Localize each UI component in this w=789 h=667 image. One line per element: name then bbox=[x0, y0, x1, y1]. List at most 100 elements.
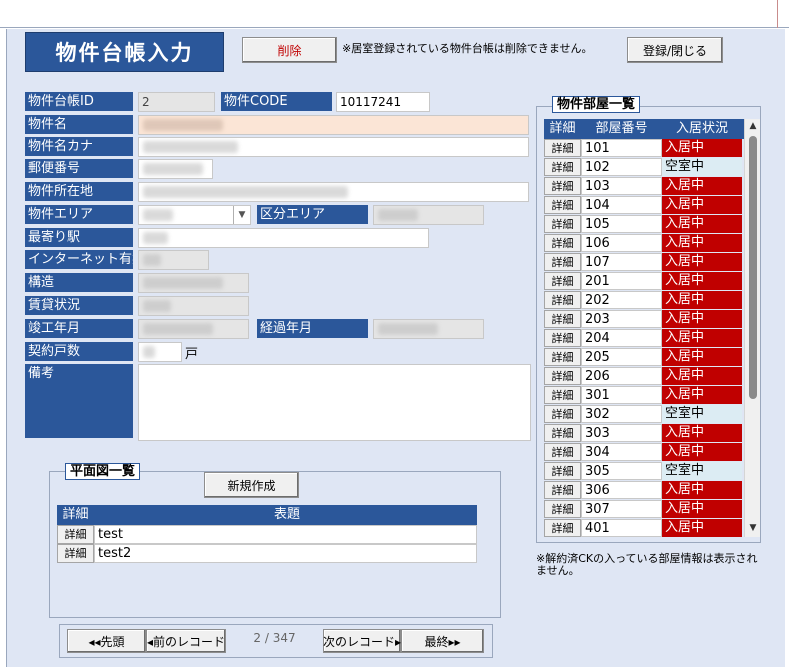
table-row: 詳細 206 入居中 bbox=[544, 367, 760, 386]
table-row: 詳細 204 入居中 bbox=[544, 329, 760, 348]
completion-label: 竣工年月 bbox=[25, 319, 133, 339]
previous-record-button[interactable]: ◂前のレコード bbox=[146, 629, 226, 653]
room-list-note: ※解約済CKの入っている部屋情報は表示されません。 bbox=[536, 552, 758, 577]
triangle-up-icon[interactable]: ▲ bbox=[745, 121, 761, 133]
detail-button[interactable]: 詳細 bbox=[544, 234, 581, 252]
redacted-text bbox=[143, 300, 171, 312]
window-edge-line bbox=[777, 0, 778, 28]
detail-button[interactable]: 詳細 bbox=[544, 158, 581, 176]
units-label: 契約戸数 bbox=[25, 342, 133, 362]
floor-plan-title-cell[interactable]: test bbox=[94, 525, 477, 544]
room-list-scrollbar[interactable]: ▲ ▼ bbox=[744, 119, 760, 537]
room-number-cell: 202 bbox=[581, 291, 662, 309]
occupancy-status-cell: 空室中 bbox=[662, 462, 742, 480]
occupancy-status-cell: 入居中 bbox=[662, 272, 742, 290]
area-combo[interactable]: ▼ bbox=[138, 205, 251, 225]
redacted-text bbox=[143, 186, 348, 198]
detail-button[interactable]: 詳細 bbox=[544, 310, 581, 328]
address-field[interactable] bbox=[138, 182, 529, 202]
occupancy-status-cell: 入居中 bbox=[662, 500, 742, 518]
detail-button[interactable]: 詳細 bbox=[544, 196, 581, 214]
occupancy-status-cell: 入居中 bbox=[662, 386, 742, 404]
occupancy-status-cell: 空室中 bbox=[662, 405, 742, 423]
property-kana-field[interactable] bbox=[138, 137, 529, 157]
record-position: 2 / 347 bbox=[253, 631, 296, 645]
detail-button[interactable]: 詳細 bbox=[544, 424, 581, 442]
room-number-cell: 303 bbox=[581, 424, 662, 442]
register-close-button[interactable]: 登録/閉じる bbox=[627, 37, 723, 63]
nearest-station-label: 最寄り駅 bbox=[25, 228, 133, 248]
detail-button[interactable]: 詳細 bbox=[544, 272, 581, 290]
elapsed-field[interactable] bbox=[373, 319, 484, 339]
new-floor-plan-button[interactable]: 新規作成 bbox=[204, 472, 299, 498]
detail-button[interactable]: 詳細 bbox=[57, 525, 94, 544]
property-code-field[interactable]: 10117241 bbox=[336, 92, 430, 112]
detail-button[interactable]: 詳細 bbox=[544, 386, 581, 404]
postal-code-field[interactable] bbox=[138, 159, 213, 179]
column-header-occupancy: 入居状況 bbox=[675, 121, 728, 136]
redacted-text bbox=[143, 254, 161, 266]
detail-button[interactable]: 詳細 bbox=[544, 481, 581, 499]
remarks-textarea[interactable] bbox=[138, 364, 531, 441]
table-row: 詳細 304 入居中 bbox=[544, 443, 760, 462]
property-name-field[interactable] bbox=[138, 115, 529, 135]
redacted-text bbox=[143, 323, 213, 335]
window-top-bar bbox=[0, 0, 789, 28]
delete-button[interactable]: 削除 bbox=[242, 37, 337, 63]
detail-button[interactable]: 詳細 bbox=[544, 348, 581, 366]
table-row: 詳細 104 入居中 bbox=[544, 196, 760, 215]
triangle-down-icon[interactable]: ▼ bbox=[745, 523, 761, 535]
detail-button[interactable]: 詳細 bbox=[544, 329, 581, 347]
room-number-cell: 205 bbox=[581, 348, 662, 366]
table-row: 詳細 103 入居中 bbox=[544, 177, 760, 196]
detail-button[interactable]: 詳細 bbox=[544, 253, 581, 271]
units-field[interactable] bbox=[138, 342, 182, 362]
room-number-cell: 307 bbox=[581, 500, 662, 518]
detail-button[interactable]: 詳細 bbox=[544, 462, 581, 480]
completion-field[interactable] bbox=[138, 319, 249, 339]
room-number-cell: 203 bbox=[581, 310, 662, 328]
redacted-text bbox=[143, 163, 203, 175]
last-record-button[interactable]: 最終▸▸ bbox=[401, 629, 484, 653]
detail-button[interactable]: 詳細 bbox=[544, 500, 581, 518]
occupancy-status-cell: 空室中 bbox=[662, 158, 742, 176]
detail-button[interactable]: 詳細 bbox=[544, 139, 581, 157]
nearest-station-field[interactable] bbox=[138, 228, 429, 248]
detail-button[interactable]: 詳細 bbox=[57, 544, 94, 563]
floor-plan-title: 平面図一覧 bbox=[65, 463, 141, 480]
occupancy-status-cell: 入居中 bbox=[662, 367, 742, 385]
occupancy-status-cell: 入居中 bbox=[662, 310, 742, 328]
detail-button[interactable]: 詳細 bbox=[544, 367, 581, 385]
occupancy-status-cell: 入居中 bbox=[662, 177, 742, 195]
column-header-detail: 詳細 bbox=[549, 121, 576, 136]
first-record-button[interactable]: ◂◂先頭 bbox=[67, 629, 146, 653]
occupancy-status-cell: 入居中 bbox=[662, 291, 742, 309]
room-table-header: 詳細 部屋番号 入居状況 bbox=[544, 119, 760, 139]
occupancy-status-cell: 入居中 bbox=[662, 424, 742, 442]
internet-label: インターネット有無 bbox=[25, 250, 133, 270]
division-area-field[interactable] bbox=[373, 205, 484, 225]
rental-status-field[interactable] bbox=[138, 296, 249, 316]
structure-field[interactable] bbox=[138, 273, 249, 293]
detail-button[interactable]: 詳細 bbox=[544, 405, 581, 423]
property-id-field[interactable]: 2 bbox=[138, 92, 215, 112]
chevron-down-icon[interactable]: ▼ bbox=[233, 206, 250, 224]
next-record-button[interactable]: 次のレコード▸ bbox=[323, 629, 401, 653]
internet-field[interactable] bbox=[138, 250, 209, 270]
area-label: 物件エリア bbox=[25, 205, 133, 225]
table-row: 詳細 203 入居中 bbox=[544, 310, 760, 329]
occupancy-status-cell: 入居中 bbox=[662, 215, 742, 233]
redacted-text bbox=[378, 323, 438, 335]
detail-button[interactable]: 詳細 bbox=[544, 177, 581, 195]
occupancy-status-cell: 入居中 bbox=[662, 139, 742, 157]
column-header-title: 表題 bbox=[273, 507, 300, 522]
room-number-cell: 304 bbox=[581, 443, 662, 461]
redacted-text bbox=[143, 209, 173, 221]
detail-button[interactable]: 詳細 bbox=[544, 443, 581, 461]
occupancy-status-cell: 入居中 bbox=[662, 234, 742, 252]
scrollbar-thumb[interactable] bbox=[749, 136, 757, 399]
floor-plan-title-cell[interactable]: test2 bbox=[94, 544, 477, 563]
detail-button[interactable]: 詳細 bbox=[544, 291, 581, 309]
detail-button[interactable]: 詳細 bbox=[544, 519, 581, 537]
detail-button[interactable]: 詳細 bbox=[544, 215, 581, 233]
